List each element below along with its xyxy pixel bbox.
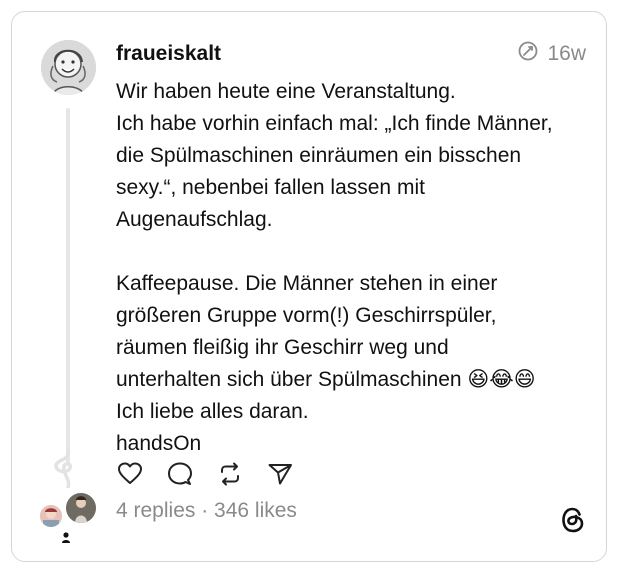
post-time-label: 16w xyxy=(547,42,586,65)
post-time: 16w xyxy=(517,40,586,68)
comment-icon[interactable] xyxy=(166,460,194,488)
body-line: sexy.“, nebenbei fallen lassen mit xyxy=(116,176,425,199)
threads-logo-icon[interactable] xyxy=(560,506,586,539)
body-line: größeren Gruppe vorm(!) Geschirrspüler, xyxy=(116,304,497,327)
body-line: Ich liebe alles daran. xyxy=(116,400,309,423)
replier-avatar[interactable] xyxy=(59,530,73,544)
replier-avatar[interactable] xyxy=(40,505,62,527)
replier-avatar[interactable] xyxy=(66,493,96,523)
body-line: handsOn xyxy=(116,432,202,455)
post-actions xyxy=(116,460,294,488)
repost-icon[interactable] xyxy=(216,460,244,488)
body-line: Wir haben heute eine Veranstaltung. xyxy=(116,80,456,103)
thread-line xyxy=(66,108,70,463)
post-stats[interactable]: 4 replies · 346 likes xyxy=(116,499,297,523)
post-body: Wir haben heute eine Veranstaltung. Ich … xyxy=(116,76,596,460)
heart-icon[interactable] xyxy=(116,460,144,488)
author-username[interactable]: fraueiskalt xyxy=(116,42,221,66)
body-line: die Spülmaschinen einräumen ein bisschen xyxy=(116,144,522,167)
body-line: räumen fleißig ihr Geschirr weg und xyxy=(116,336,449,359)
send-icon[interactable] xyxy=(266,460,294,488)
author-avatar[interactable] xyxy=(41,40,96,95)
body-line: unterhalten sich über Spülmaschinen 😆😂😄 xyxy=(116,368,536,391)
body-line: Kaffeepause. Die Männer stehen in einer xyxy=(116,272,498,295)
thread-loop-icon xyxy=(50,446,86,493)
edited-clock-icon xyxy=(517,40,539,68)
body-line: Ich habe vorhin einfach mal: „Ich finde … xyxy=(116,112,553,135)
post-card: fraueiskalt 16w Wir haben heute eine Ver… xyxy=(11,11,607,562)
body-line: Augenaufschlag. xyxy=(116,208,273,231)
